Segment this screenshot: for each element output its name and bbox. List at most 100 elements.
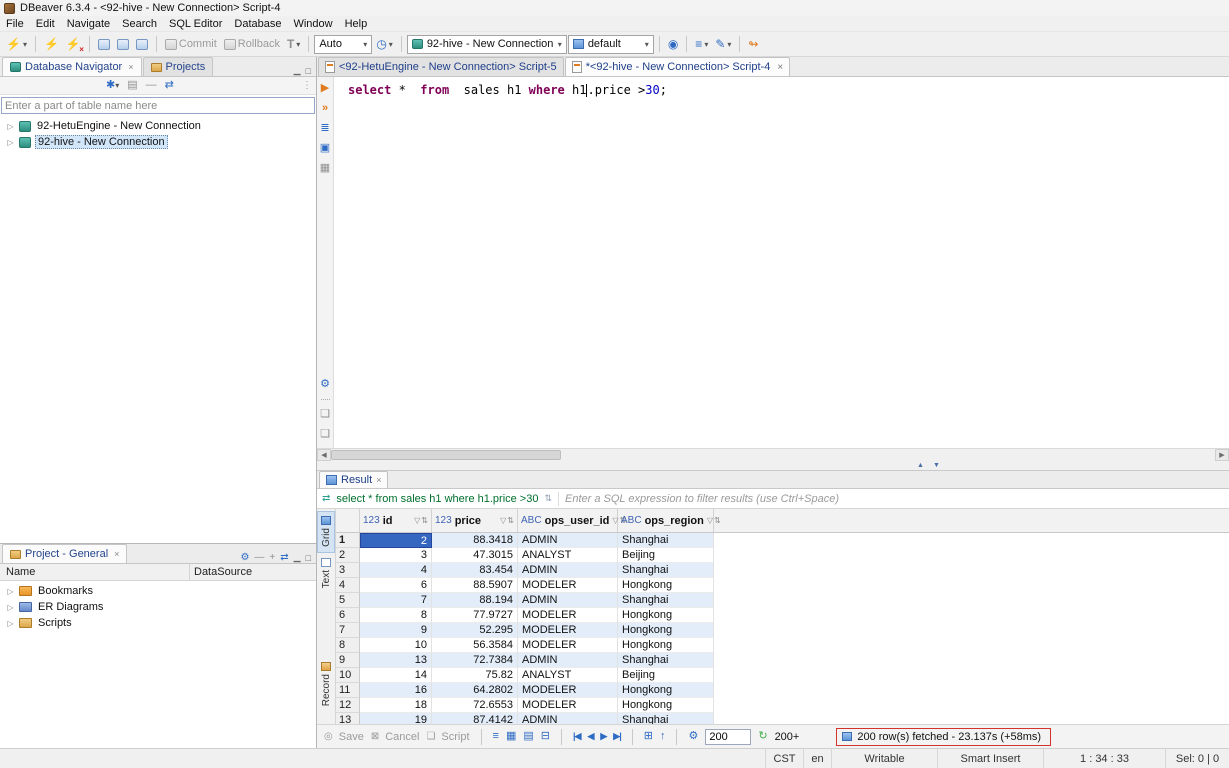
cell-id[interactable]: 18 — [360, 698, 432, 713]
prev-page-icon[interactable]: ◀ — [587, 731, 594, 742]
open-sql-console-button[interactable] — [114, 33, 132, 55]
cell-ops-user-id[interactable]: MODELER — [518, 698, 618, 713]
open-sql-editor-button[interactable] — [95, 33, 113, 55]
cell-ops-region[interactable]: Hongkong — [618, 698, 714, 713]
grid-toggle-button[interactable]: ▦ — [320, 163, 330, 174]
menu-sql-editor[interactable]: SQL Editor — [163, 16, 228, 31]
filter-expression-input[interactable] — [565, 490, 1224, 507]
sash-up-icon[interactable]: ▲ — [917, 462, 924, 469]
close-icon[interactable]: × — [128, 62, 133, 72]
cell-price[interactable]: 88.3418 — [432, 533, 518, 548]
cell-price[interactable]: 77.9727 — [432, 608, 518, 623]
cell-price[interactable]: 87.4142 — [432, 713, 518, 724]
row-number-cell[interactable]: 4 — [336, 578, 360, 593]
scroll-thumb[interactable] — [331, 450, 561, 460]
tree-item-er-diagrams[interactable]: ▷ ER Diagrams — [0, 599, 316, 615]
cell-ops-user-id[interactable]: MODELER — [518, 608, 618, 623]
editor-settings-button[interactable]: ⚙ — [320, 379, 330, 390]
sort-icon[interactable]: ⇅ — [421, 516, 428, 525]
transaction-mode-button[interactable]: T — [284, 33, 303, 55]
cell-id[interactable]: 10 — [360, 638, 432, 653]
row-number-cell[interactable]: 5 — [336, 593, 360, 608]
tree-item-bookmarks[interactable]: ▷ Bookmarks — [0, 583, 316, 599]
minimize-icon[interactable]: ▁ — [294, 552, 301, 563]
commit-button[interactable]: Commit — [162, 33, 220, 55]
last-page-icon[interactable]: ▶| — [613, 731, 622, 742]
row-number-cell[interactable]: 7 — [336, 623, 360, 638]
gear-icon[interactable]: ⚙ — [240, 552, 249, 563]
cell-ops-user-id[interactable]: ADMIN — [518, 593, 618, 608]
cell-price[interactable]: 88.5907 — [432, 578, 518, 593]
cell-ops-region[interactable]: Hongkong — [618, 638, 714, 653]
cell-ops-region[interactable]: Hongkong — [618, 683, 714, 698]
menu-file[interactable]: File — [0, 16, 30, 31]
cell-price[interactable]: 83.454 — [432, 563, 518, 578]
row-number-cell[interactable]: 6 — [336, 608, 360, 623]
new-connection-button[interactable]: ⚡ — [3, 33, 30, 55]
maximize-icon[interactable]: □ — [306, 553, 311, 563]
cell-ops-user-id[interactable]: MODELER — [518, 638, 618, 653]
row-number-cell[interactable]: 8 — [336, 638, 360, 653]
filter-funnel-icon[interactable]: ▽ — [500, 516, 506, 525]
cell-id[interactable]: 6 — [360, 578, 432, 593]
cursor-position[interactable]: 1 : 34 : 33 — [1043, 749, 1165, 768]
menu-help[interactable]: Help — [339, 16, 374, 31]
connect-button[interactable]: ⚡ — [41, 33, 62, 55]
minus-icon[interactable]: — — [254, 552, 264, 563]
view-menu-icon[interactable]: ⋮ — [302, 80, 312, 91]
tree-item-hive-connection[interactable]: ▷ 92-hive - New Connection — [0, 134, 316, 150]
editor-hscrollbar[interactable]: ◀ ▶ — [317, 448, 1229, 461]
disconnect-button[interactable]: ⚡ — [63, 33, 84, 55]
tasks-button[interactable]: ◉ — [665, 33, 681, 55]
cell-price[interactable]: 56.3584 — [432, 638, 518, 653]
cell-ops-region[interactable]: Shanghai — [618, 653, 714, 668]
column-name[interactable]: Name — [0, 564, 190, 580]
edit-value-icon[interactable]: ≡ — [493, 731, 499, 742]
menu-search[interactable]: Search — [116, 16, 163, 31]
delete-row-icon[interactable]: ⊟ — [541, 731, 550, 742]
tab-grid[interactable]: Grid — [317, 511, 335, 553]
transaction-log-button[interactable]: ◷ — [373, 33, 396, 55]
cell-id[interactable]: 7 — [360, 593, 432, 608]
script-button[interactable]: ❏ Script — [426, 731, 469, 743]
row-number-cell[interactable]: 11 — [336, 683, 360, 698]
tree-item-scripts[interactable]: ▷ Scripts — [0, 615, 316, 631]
cell-price[interactable]: 72.6553 — [432, 698, 518, 713]
tree-item-hetuengine-connection[interactable]: ▷ 92-HetuEngine - New Connection — [0, 118, 316, 134]
tab-projects[interactable]: Projects — [142, 57, 214, 76]
cell-ops-region[interactable]: Beijing — [618, 548, 714, 563]
cell-price[interactable]: 75.82 — [432, 668, 518, 683]
fetch-size-input[interactable] — [705, 728, 752, 745]
export-icon[interactable]: ↑ — [660, 731, 666, 742]
sash-down-icon[interactable]: ▼ — [933, 462, 940, 469]
cell-ops-user-id[interactable]: MODELER — [518, 683, 618, 698]
cell-ops-user-id[interactable]: ANALYST — [518, 548, 618, 563]
tab-result[interactable]: Result × — [319, 471, 389, 488]
cell-ops-user-id[interactable]: MODELER — [518, 623, 618, 638]
sql-editor[interactable]: select * from sales h1 where h1.price >3… — [334, 77, 1229, 448]
cell-ops-region[interactable]: Shanghai — [618, 533, 714, 548]
row-number-cell[interactable]: 1 — [336, 533, 360, 548]
cell-ops-region[interactable]: Shanghai — [618, 713, 714, 724]
menu-navigate[interactable]: Navigate — [61, 16, 116, 31]
link-editor-icon[interactable]: ⇄ — [165, 80, 174, 91]
gear-icon[interactable]: ⚙ — [688, 731, 698, 742]
cell-ops-user-id[interactable]: ADMIN — [518, 653, 618, 668]
cell-ops-user-id[interactable]: ANALYST — [518, 668, 618, 683]
cell-id[interactable]: 2 — [360, 533, 432, 548]
column-header-ops-region[interactable]: ABC ops_region ▽ ⇅ — [618, 509, 721, 532]
cell-id[interactable]: 13 — [360, 653, 432, 668]
cell-ops-user-id[interactable]: ADMIN — [518, 533, 618, 548]
filter-funnel-icon[interactable]: ▽ — [414, 516, 420, 525]
row-number-cell[interactable]: 13 — [336, 713, 360, 724]
open-sql-script-button[interactable] — [133, 33, 151, 55]
expander-icon[interactable]: ▷ — [6, 619, 15, 628]
execute-statement-button[interactable]: ▶ — [321, 83, 329, 94]
save-file-button[interactable]: ❏ — [320, 429, 330, 440]
duplicate-row-icon[interactable]: ▤ — [523, 731, 533, 742]
output-button[interactable]: ≡ — [692, 33, 711, 55]
cell-ops-user-id[interactable]: ADMIN — [518, 563, 618, 578]
timezone-indicator[interactable]: CST — [765, 749, 803, 768]
close-icon[interactable]: × — [114, 549, 119, 559]
execute-script-button[interactable]: » — [322, 103, 328, 114]
